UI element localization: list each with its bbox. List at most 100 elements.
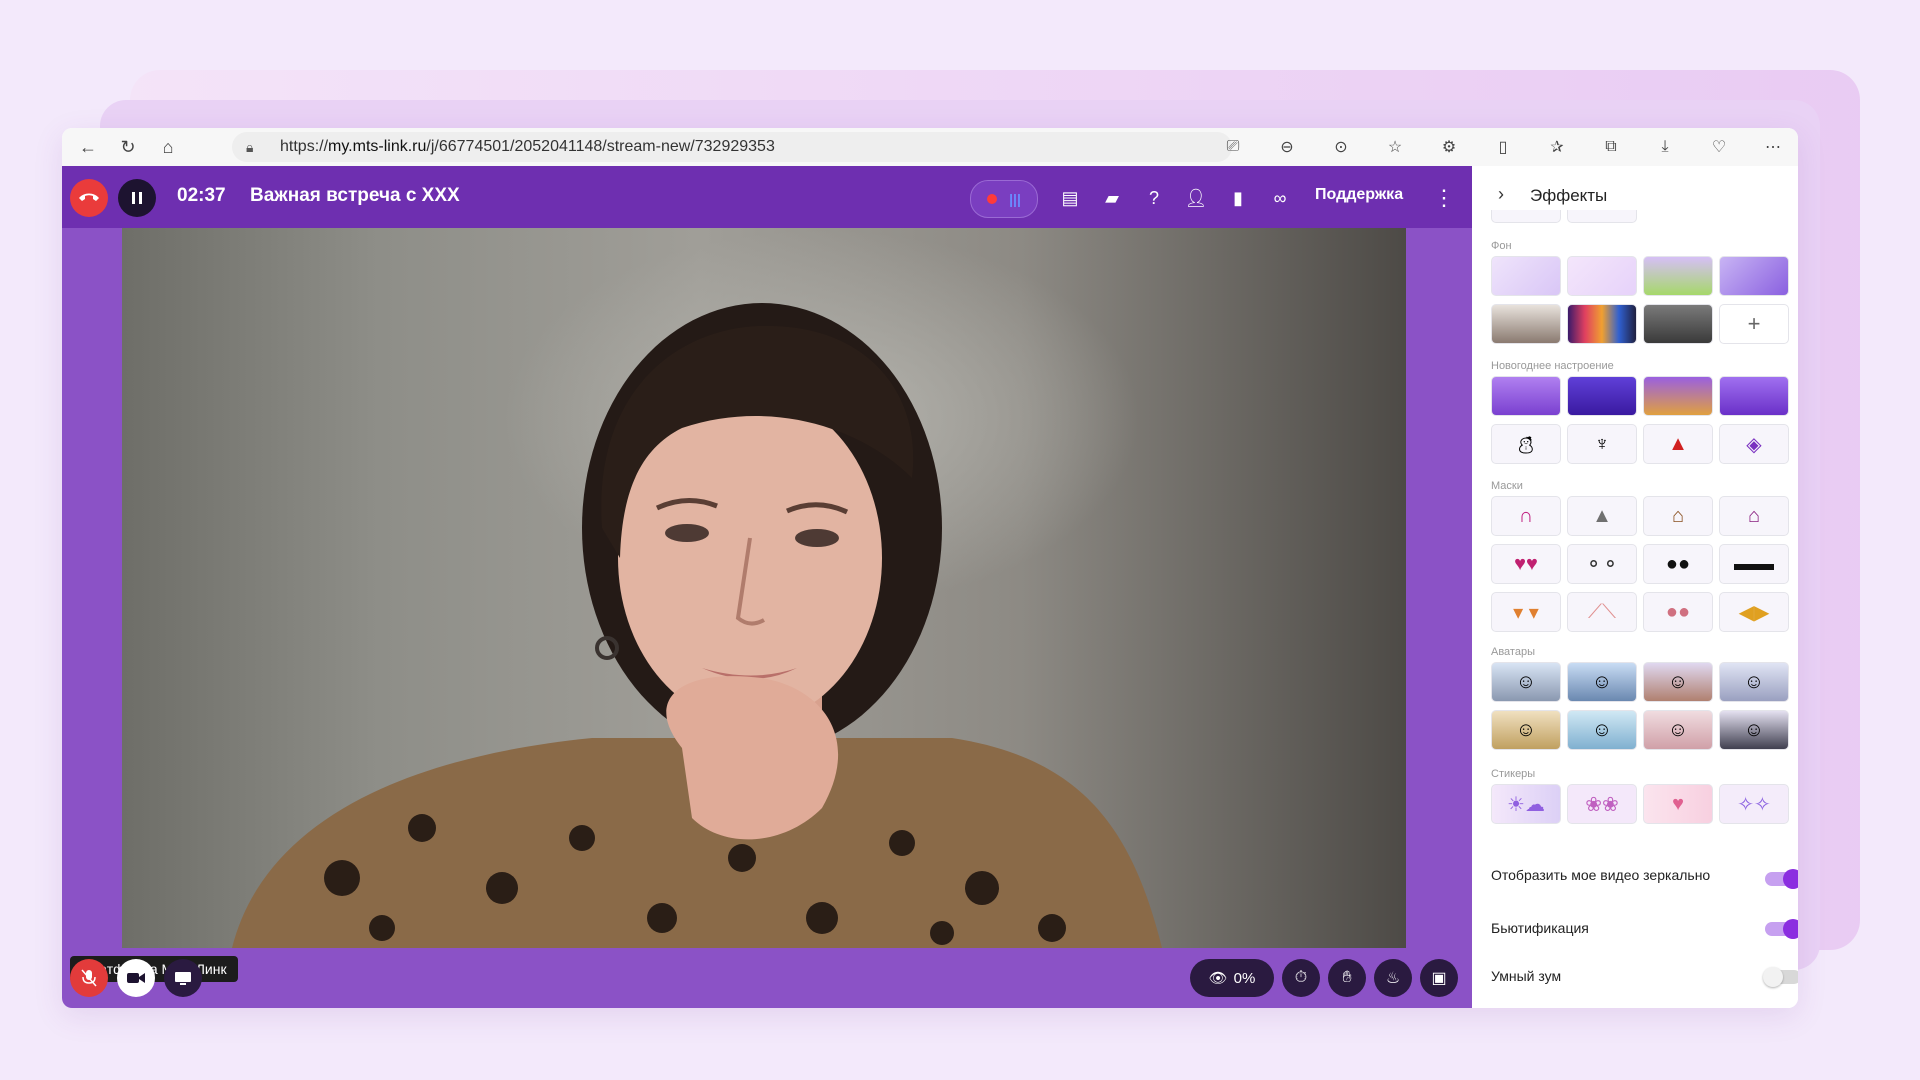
sticker-tile[interactable]: ♥ — [1643, 784, 1713, 824]
background-tile[interactable] — [1643, 304, 1713, 344]
reload-icon[interactable]: ↻ — [114, 133, 142, 161]
more-menu-icon[interactable]: ⋮ — [1432, 180, 1456, 216]
support-link[interactable]: Поддержка — [1315, 186, 1403, 204]
end-call-button[interactable] — [70, 179, 108, 217]
pause-button[interactable] — [118, 179, 156, 217]
camera-toggle-button[interactable] — [117, 959, 155, 997]
section-label-avatars: Аватары — [1491, 646, 1535, 658]
collections-icon[interactable]: ⧉ — [1596, 132, 1626, 162]
zoom-out-icon[interactable]: ⊖ — [1272, 132, 1302, 162]
avatar-tile[interactable]: ☺ — [1491, 662, 1561, 702]
meeting-timer: 02:37 — [177, 185, 226, 206]
browser-toolbar: ← ↻ ⌂ 🔒︎ https://my.mts-link.ru/j/667745… — [62, 128, 1798, 166]
bear-ears-icon[interactable]: ●● — [1643, 592, 1713, 632]
new-year-background-tile[interactable] — [1719, 376, 1789, 416]
toggle-knob — [1783, 869, 1798, 889]
avatar-tile[interactable]: ☺ — [1567, 662, 1637, 702]
avatar-tile[interactable]: ☺ — [1643, 710, 1713, 750]
background-tile[interactable] — [1643, 256, 1713, 296]
fox-ears-icon[interactable]: ▾ ▾ — [1491, 592, 1561, 632]
section-label-masks: Маски — [1491, 480, 1523, 492]
round-glasses-icon[interactable]: ⚬⚬ — [1567, 544, 1637, 584]
carnival-mask-icon[interactable]: ◈ — [1719, 424, 1789, 464]
cowboy-hat-icon[interactable]: ⌂ — [1643, 496, 1713, 536]
background-tile[interactable] — [1491, 256, 1561, 296]
back-icon[interactable]: ← — [74, 133, 102, 161]
sticker-tile[interactable]: ☀☁ — [1491, 784, 1561, 824]
cat-ears-icon[interactable]: ◀▶ — [1719, 592, 1789, 632]
avatars-grid: ☺ ☺ ☺ ☺ ☺ ☺ ☺ ☺ — [1491, 662, 1789, 750]
beautify-label: Бьютификация — [1491, 920, 1589, 936]
extensions-icon[interactable]: ⚙ — [1434, 132, 1464, 162]
new-year-background-tile[interactable] — [1491, 376, 1561, 416]
link-icon[interactable]: ∞ — [1262, 180, 1298, 216]
browser-window: ← ↻ ⌂ 🔒︎ https://my.mts-link.ru/j/667745… — [62, 128, 1798, 1008]
reactions-button[interactable]: ♨ — [1374, 959, 1412, 997]
add-background-button[interactable]: + — [1719, 304, 1789, 344]
screen-share-button[interactable] — [164, 959, 202, 997]
smart-zoom-toggle[interactable] — [1763, 967, 1798, 987]
heart-glasses-icon[interactable]: ♥♥ — [1491, 544, 1561, 584]
timer-button[interactable]: ⏱︎ — [1282, 959, 1320, 997]
headphones-mask-icon[interactable]: ∩ — [1491, 496, 1561, 536]
avatar-tile[interactable]: ☺ — [1643, 662, 1713, 702]
agenda-icon[interactable]: ▤ — [1052, 180, 1088, 216]
participants-icon[interactable]: 👤︎ — [1178, 180, 1214, 216]
new-year-background-tile[interactable] — [1643, 376, 1713, 416]
stickers-grid: ☀☁ ❀❀ ♥ ✧✧ — [1491, 784, 1789, 824]
background-tile[interactable] — [1491, 304, 1561, 344]
recording-indicator[interactable]: ||| — [970, 180, 1038, 218]
meeting-app: 02:37 Важная встреча с XXX ||| ▤ ▰ ? 👤︎ … — [62, 166, 1472, 1008]
sunglasses-icon[interactable]: ●● — [1643, 544, 1713, 584]
avatar-tile[interactable]: ☺ — [1719, 662, 1789, 702]
video-camera-icon — [127, 973, 145, 983]
split-view-icon[interactable]: ▯ — [1488, 132, 1518, 162]
avatar-tile[interactable]: ☺ — [1567, 710, 1637, 750]
record-dot-icon — [987, 194, 998, 204]
chat-icon[interactable]: ▰ — [1094, 180, 1130, 216]
bunny-ears-icon[interactable]: ⟋⟍ — [1567, 592, 1637, 632]
sticker-tile[interactable]: ✧✧ — [1719, 784, 1789, 824]
raise-hand-button[interactable]: ✋︎ — [1328, 959, 1366, 997]
more-circle-icon[interactable]: ⊙ — [1326, 132, 1356, 162]
browser-essentials-icon[interactable]: ♡ — [1704, 132, 1734, 162]
chevron-right-icon[interactable]: › — [1498, 184, 1504, 205]
star-icon[interactable]: ☆ — [1380, 132, 1410, 162]
ellipsis-icon[interactable]: ⋯ — [1758, 132, 1788, 162]
background-tile[interactable] — [1567, 256, 1637, 296]
antlers-icon[interactable]: ♆ — [1567, 424, 1637, 464]
pip-icon: ▣ — [1431, 970, 1447, 987]
viewers-indicator[interactable]: 👁︎ 0% — [1190, 959, 1274, 997]
question-icon[interactable]: ? — [1136, 180, 1172, 216]
effect-tile-blur[interactable] — [1567, 210, 1637, 223]
download-icon[interactable]: ⤓ — [1650, 132, 1680, 162]
sticker-tile[interactable]: ❀❀ — [1567, 784, 1637, 824]
fire-icon: ♨ — [1385, 970, 1401, 987]
toggle-knob — [1763, 967, 1783, 987]
smart-zoom-label: Умный зум — [1491, 968, 1562, 984]
wide-hat-icon[interactable]: ⌂ — [1719, 496, 1789, 536]
favorites-icon[interactable]: ✰ — [1542, 132, 1572, 162]
mirror-video-toggle[interactable] — [1765, 869, 1798, 889]
media-controls — [70, 959, 211, 997]
background-tile[interactable] — [1719, 256, 1789, 296]
address-bar[interactable]: 🔒︎ https://my.mts-link.ru/j/66774501/205… — [232, 132, 1232, 162]
avatar-tile[interactable]: ☺ — [1491, 710, 1561, 750]
background-tile[interactable] — [1567, 304, 1637, 344]
picture-in-picture-button[interactable]: ▣ — [1420, 959, 1458, 997]
snowman-icon[interactable]: ⛄︎ — [1491, 424, 1561, 464]
beautify-toggle[interactable] — [1765, 919, 1798, 939]
camera-icon[interactable]: ⎚ — [1218, 132, 1248, 162]
meeting-topbar: 02:37 Важная встреча с XXX ||| ▤ ▰ ? 👤︎ … — [62, 166, 1472, 228]
pixel-glasses-icon[interactable]: ▬▬ — [1719, 544, 1789, 584]
helmet-mask-icon[interactable]: ▲ — [1567, 496, 1637, 536]
microphone-toggle-button[interactable] — [70, 959, 108, 997]
santa-hat-icon[interactable]: ▲ — [1643, 424, 1713, 464]
avatar-tile[interactable]: ☺ — [1719, 710, 1789, 750]
effect-tile-none[interactable] — [1491, 210, 1561, 223]
mic-off-icon — [81, 969, 97, 987]
audio-bars-icon: ||| — [1009, 191, 1021, 207]
files-icon[interactable]: ▮ — [1220, 180, 1256, 216]
home-icon[interactable]: ⌂ — [154, 133, 182, 161]
new-year-background-tile[interactable] — [1567, 376, 1637, 416]
